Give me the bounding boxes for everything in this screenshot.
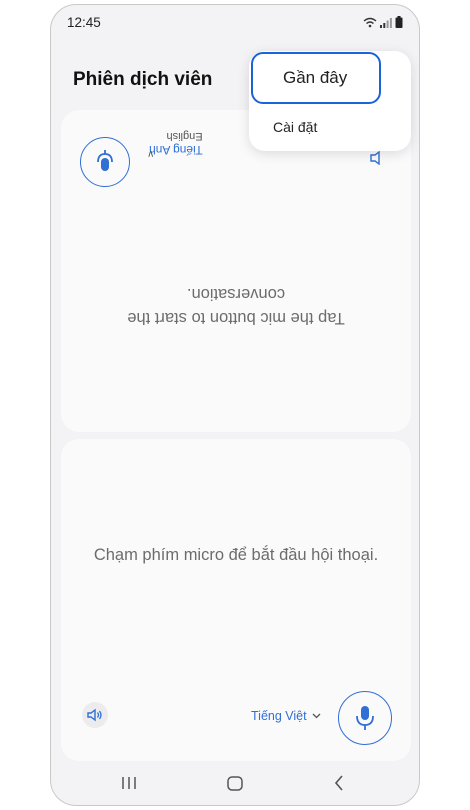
partner-language: Tiếng Anh xyxy=(149,143,203,157)
page-title: Phiên dịch viên xyxy=(73,69,213,90)
my-language: Tiếng Việt xyxy=(251,709,307,723)
partner-mic-button[interactable] xyxy=(80,137,130,187)
menu-item-settings[interactable]: Cài đặt xyxy=(273,119,317,135)
menu-item-recent[interactable]: Gần đây xyxy=(251,52,381,104)
my-panel: Chạm phím micro để bắt đầu hội thoại. Ti… xyxy=(61,439,411,761)
navigation-bar xyxy=(51,761,419,805)
my-hint-text: Chạm phím micro để bắt đầu hội thoại. xyxy=(93,546,379,564)
chevron-down-icon xyxy=(312,713,321,719)
recent-apps-button[interactable] xyxy=(114,771,144,795)
chevron-down-icon: ∨ xyxy=(147,148,155,159)
partner-panel: Tiếng Anh English ∨ Tap the mic button t… xyxy=(61,110,411,432)
battery-icon xyxy=(395,16,403,28)
status-bar: 12:45 xyxy=(51,5,419,39)
menu-item-recent-label: Gần đây xyxy=(283,68,348,87)
mic-icon-flipped xyxy=(97,150,113,171)
partner-hint-text: Tap the mic button to start the conversa… xyxy=(127,285,345,327)
my-language-selector[interactable]: Tiếng Việt xyxy=(251,709,321,723)
home-button[interactable] xyxy=(220,771,250,795)
status-time: 12:45 xyxy=(67,15,101,30)
my-mic-button[interactable] xyxy=(338,691,392,745)
back-button[interactable] xyxy=(324,771,354,795)
wifi-icon xyxy=(363,17,377,27)
recent-apps-icon xyxy=(122,777,136,789)
speaker-icon[interactable] xyxy=(367,148,387,168)
mic-icon xyxy=(356,706,374,730)
speaker-button[interactable] xyxy=(82,702,108,728)
partner-sublanguage: English xyxy=(166,130,203,142)
back-icon xyxy=(334,775,343,791)
partner-language-selector[interactable]: Tiếng Anh English xyxy=(149,130,203,157)
phone-frame: 12:45 Phiên dịch viên Tiếng Anh English … xyxy=(50,4,420,806)
signal-icon xyxy=(380,17,392,28)
speaker-icon xyxy=(87,708,102,722)
status-icons xyxy=(363,16,403,28)
overflow-menu: Gần đây Cài đặt xyxy=(249,51,411,151)
home-icon xyxy=(227,775,243,791)
